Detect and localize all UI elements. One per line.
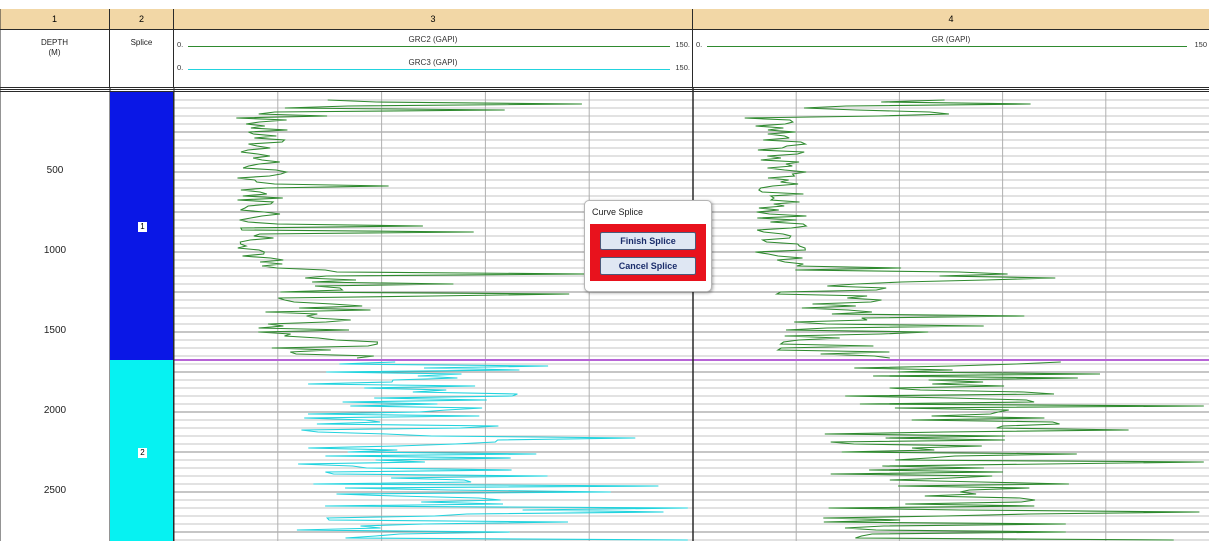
cancel-splice-button[interactable]: Cancel Splice — [600, 257, 696, 275]
splice-segment-2-label: 2 — [138, 448, 147, 458]
depth-label: 2000 — [43, 405, 67, 416]
log-viewer: 1 2 3 4 DEPTH (M) Splice GRC2 (GAPI) 0. … — [0, 0, 1209, 541]
curve-grc2 — [236, 99, 590, 359]
curve-grc3 — [296, 361, 688, 541]
curve-gr-upper — [744, 99, 1056, 359]
splice-segment-1-label: 1 — [138, 222, 147, 232]
depth-label: 2500 — [43, 485, 67, 496]
depth-label: 500 — [46, 165, 64, 176]
finish-splice-button[interactable]: Finish Splice — [600, 232, 696, 250]
depth-label: 1500 — [43, 325, 67, 336]
curve-gr-lower — [823, 361, 1204, 541]
depth-label: 1000 — [43, 245, 67, 256]
curve-splice-popup: Curve Splice Finish Splice Cancel Splice — [584, 200, 712, 292]
splice-action-box: Finish Splice Cancel Splice — [590, 224, 706, 281]
popup-title: Curve Splice — [592, 207, 644, 217]
